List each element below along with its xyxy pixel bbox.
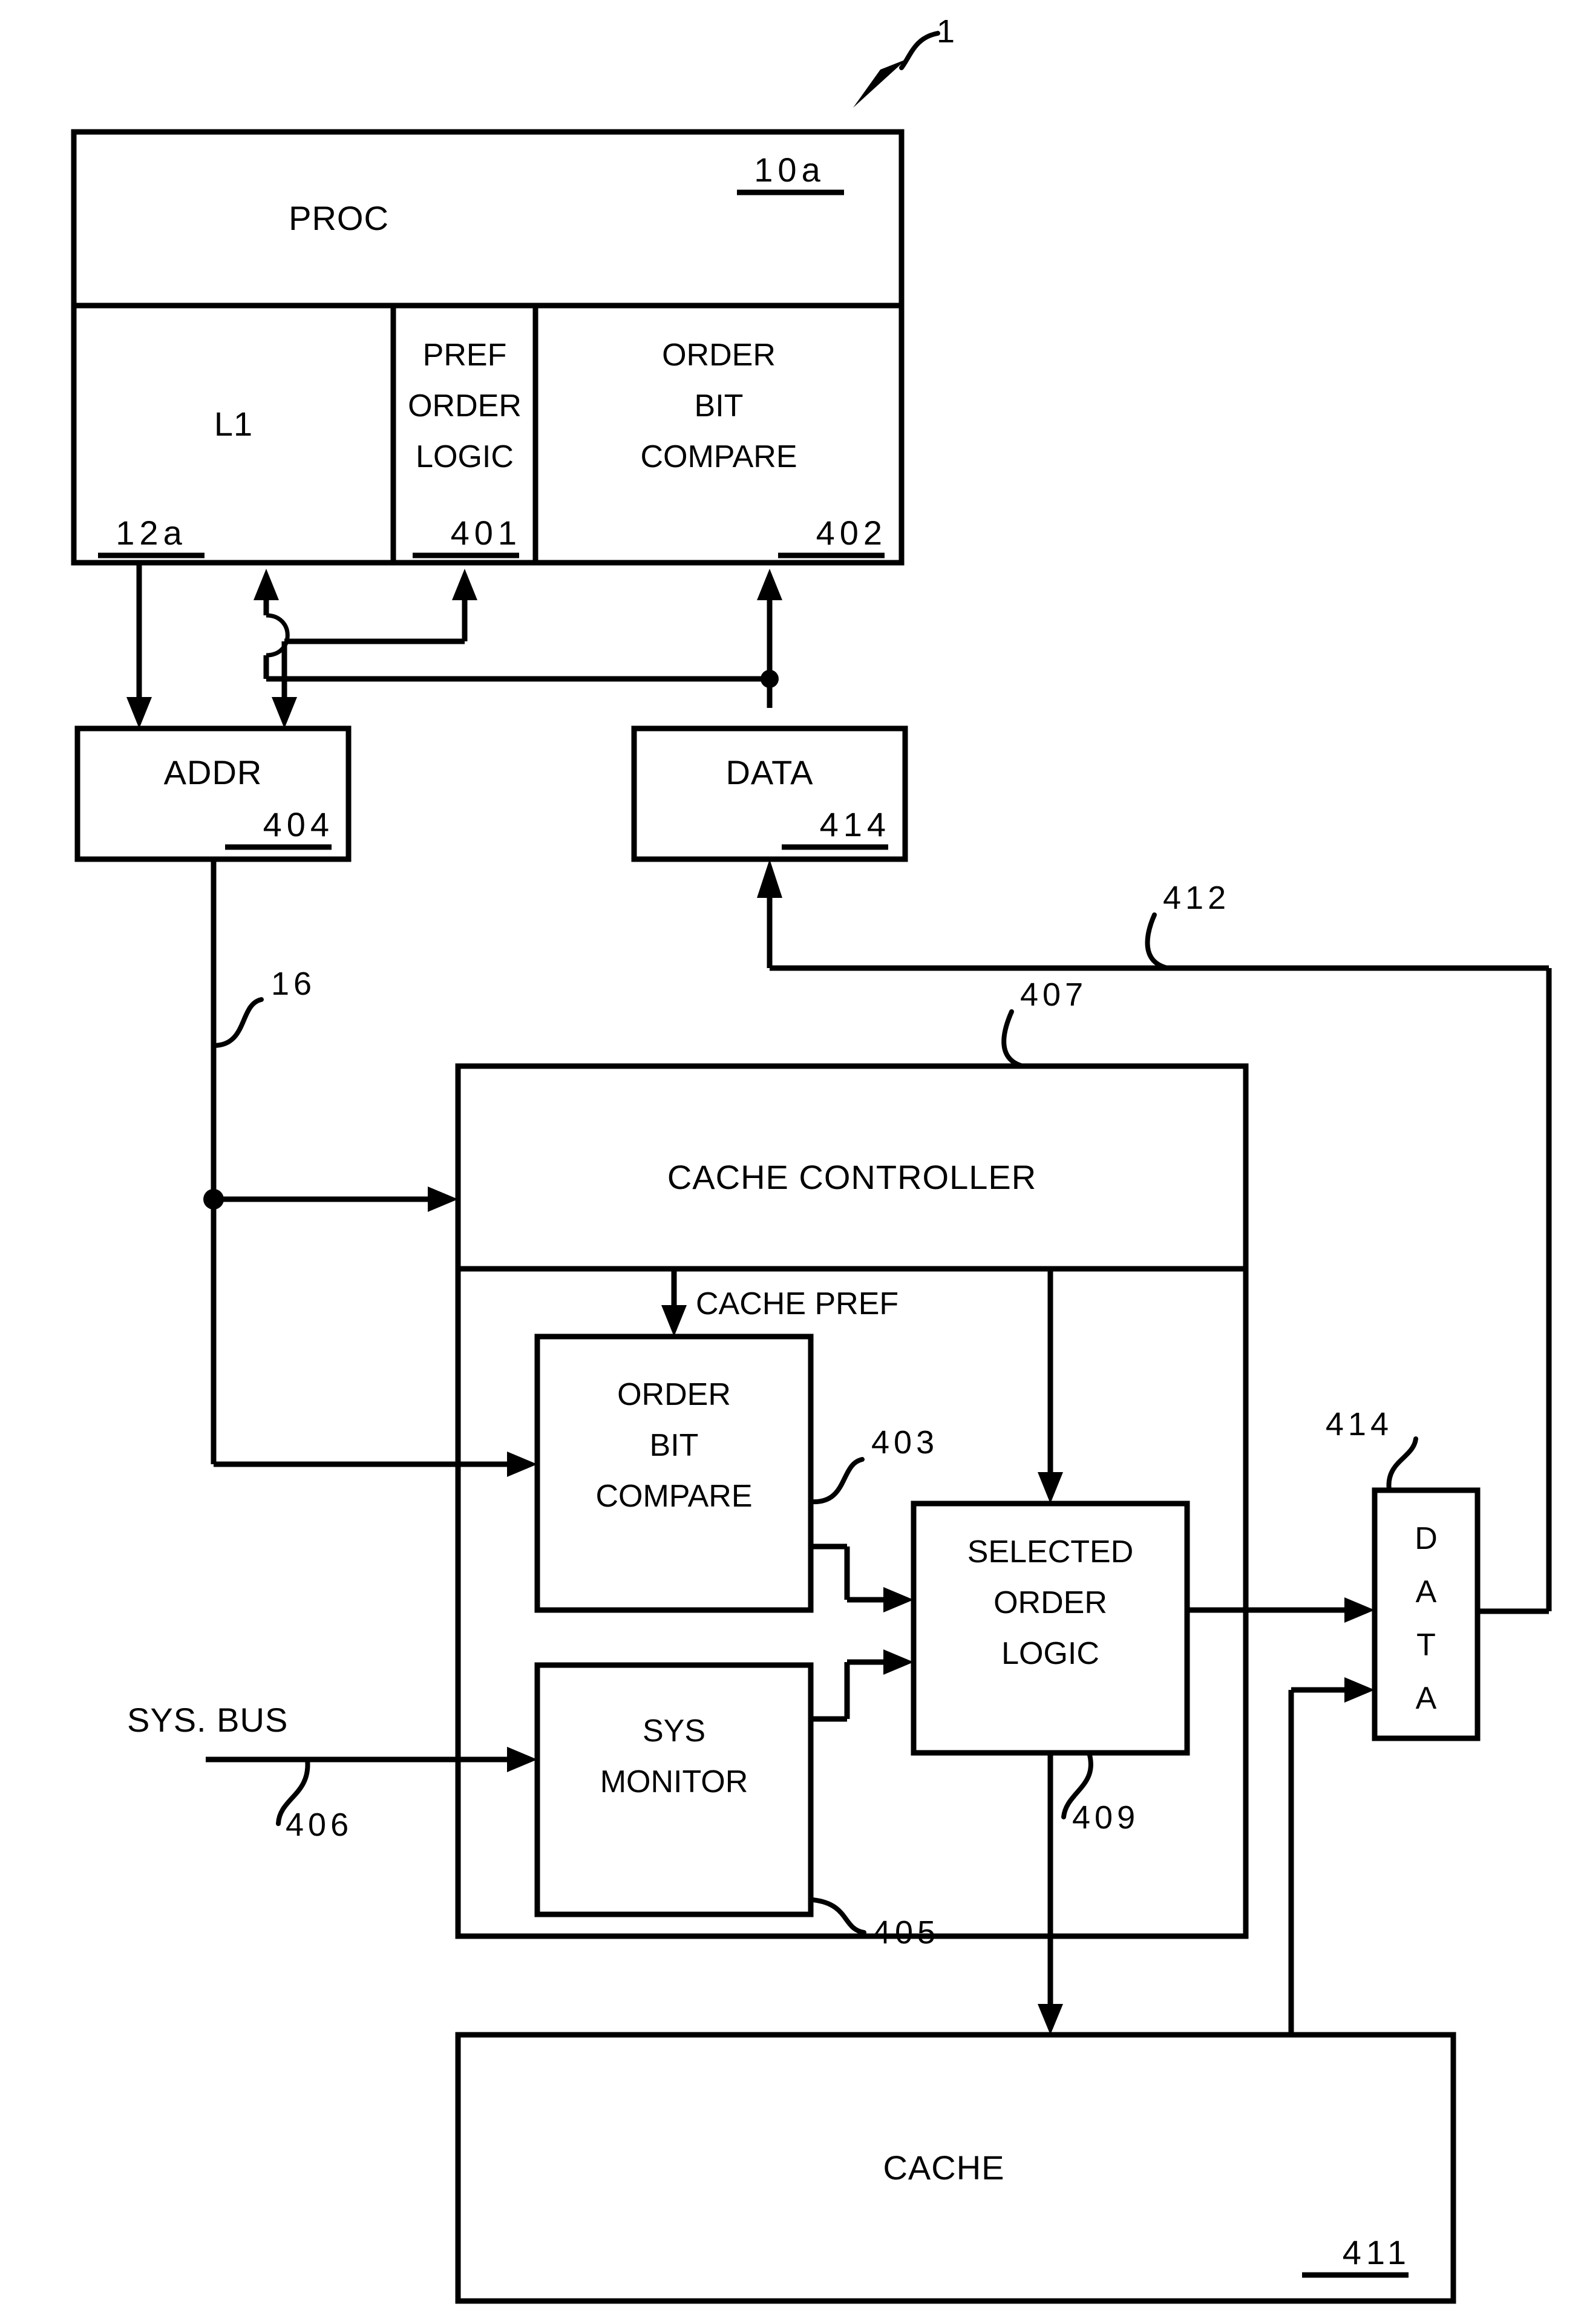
lead-407 [1001, 1009, 1025, 1069]
sol-line2: ORDER [993, 1585, 1107, 1620]
lead-16 [211, 997, 264, 1048]
addr-ref: 404 [263, 805, 334, 843]
proc-obc-line1: ORDER [662, 338, 776, 373]
sol-line1: SELECTED [967, 1534, 1134, 1570]
sol-line3: LOGIC [1001, 1636, 1099, 1671]
proc-ref: 10a [754, 151, 825, 189]
addr-label: ADDR [164, 753, 263, 791]
data-return-bus-ref: 412 [1163, 880, 1230, 916]
sys-monitor-ref: 405 [872, 1914, 940, 1951]
lead-414-right [1386, 1436, 1418, 1493]
cache-controller-label: CACHE CONTROLLER [667, 1158, 1036, 1196]
l1-ref: 12a [116, 514, 186, 552]
data-right-letter-0: D [1415, 1521, 1438, 1556]
proc-obc-line2: BIT [695, 388, 744, 424]
data-right-letter-1: A [1416, 1574, 1437, 1609]
addr-bus-ref: 16 [271, 966, 316, 1002]
data-top-ref: 414 [820, 805, 891, 843]
wire-pref-order-logic-in [272, 569, 477, 728]
pref-order-logic-line2: ORDER [408, 388, 522, 424]
cache-controller-ref: 407 [1020, 977, 1087, 1013]
figure-ref: 1 [937, 13, 959, 50]
sys-bus-label: SYS. BUS [127, 1701, 288, 1739]
proc-obc-line3: COMPARE [640, 439, 797, 474]
diagram-canvas: PROC 10a L1 12a PREF ORDER LOGIC 401 ORD… [71, 13, 1552, 2304]
sys-monitor-line1: SYS [643, 1714, 705, 1749]
data-right-letter-2: T [1416, 1628, 1436, 1663]
sys-monitor-line2: MONITOR [600, 1764, 748, 1799]
pref-order-logic-ref: 401 [451, 514, 522, 552]
sys-bus-ref: 406 [286, 1807, 353, 1843]
patent-figure: PROC 10a L1 12a PREF ORDER LOGIC 401 ORD… [0, 0, 1584, 2324]
cache-ref: 411 [1343, 2233, 1411, 2271]
figure-lead-1 [853, 31, 940, 108]
data-top-label: DATA [725, 753, 813, 791]
l1-label: L1 [214, 405, 253, 443]
cc-obc-line2: BIT [650, 1428, 699, 1463]
cc-obc-line3: COMPARE [595, 1479, 752, 1514]
cache-label: CACHE [883, 2149, 1004, 2187]
wire-l1-to-addr [126, 563, 152, 728]
data-right-letter-3: A [1416, 1681, 1437, 1716]
lead-412 [1145, 912, 1170, 971]
pref-order-logic-line3: LOGIC [416, 439, 514, 474]
wire-data-to-order-bit-compare-402 [757, 569, 782, 708]
proc-label: PROC [289, 199, 389, 237]
wire-data-branch-left [254, 569, 770, 682]
cc-obc-line1: ORDER [617, 1377, 731, 1412]
wire-cache-to-data-right [1288, 1677, 1375, 2035]
data-right-ref: 414 [1326, 1406, 1393, 1442]
cache-pref-label: CACHE PREF [696, 1286, 898, 1321]
proc-obc-ref: 402 [816, 514, 887, 552]
sol-ref: 409 [1072, 1799, 1139, 1836]
pref-order-logic-line1: PREF [423, 338, 507, 373]
cc-obc-ref: 403 [871, 1424, 938, 1461]
